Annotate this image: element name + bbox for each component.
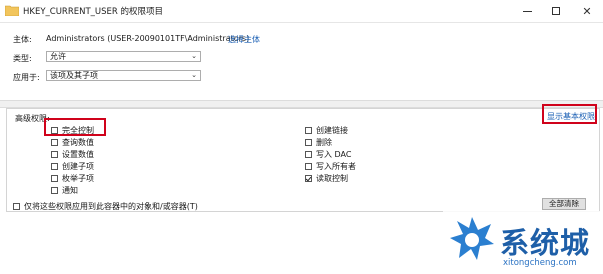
maximize-icon	[552, 7, 560, 15]
apply-only-label: 仅将这些权限应用到此容器中的对象和/或容器(T)	[24, 202, 198, 211]
perm-enumerate-subkeys[interactable]: 枚举子项	[51, 173, 94, 184]
watermark-brand: 系统城	[500, 226, 591, 260]
applies-to-select[interactable]: 该项及其子项 ⌄	[46, 70, 201, 81]
folder-icon	[5, 5, 19, 16]
checkbox[interactable]	[305, 127, 312, 134]
title-bar: HKEY_CURRENT_USER 的权限项目 ✕	[0, 0, 603, 23]
watermark-url: xitongcheng.com	[503, 258, 577, 268]
perm-label: 写入 DAC	[316, 150, 352, 159]
perm-write-owner[interactable]: 写入所有者	[305, 161, 356, 172]
checkbox[interactable]	[51, 139, 58, 146]
perm-label: 读取控制	[316, 174, 348, 183]
minimize-icon	[522, 10, 532, 12]
perm-set-value[interactable]: 设置数值	[51, 149, 94, 160]
maximize-button[interactable]	[541, 0, 571, 22]
chevron-down-icon: ⌄	[191, 71, 197, 79]
checkbox[interactable]	[305, 163, 312, 170]
watermark-logo-icon	[450, 217, 494, 260]
applies-to-value: 该项及其子项	[50, 71, 98, 80]
perm-label: 创建链接	[316, 126, 348, 135]
perm-notify[interactable]: 通知	[51, 185, 78, 196]
checkbox[interactable]	[305, 139, 312, 146]
close-icon: ✕	[582, 4, 592, 18]
perm-label: 设置数值	[62, 150, 94, 159]
window-title: HKEY_CURRENT_USER 的权限项目	[23, 7, 164, 17]
perm-delete[interactable]: 删除	[305, 137, 332, 148]
highlight-box	[44, 118, 106, 136]
perm-label: 查询数值	[62, 138, 94, 147]
perm-read-control[interactable]: 读取控制	[305, 173, 348, 184]
type-value: 允许	[50, 52, 66, 61]
section-divider	[0, 100, 603, 108]
select-principal-link[interactable]: 选择主体	[228, 34, 260, 45]
chevron-down-icon: ⌄	[191, 52, 197, 60]
close-button[interactable]: ✕	[572, 0, 602, 22]
apply-only-to-container[interactable]: 仅将这些权限应用到此容器中的对象和/或容器(T)	[13, 201, 198, 212]
checkbox[interactable]	[51, 175, 58, 182]
minimize-button[interactable]	[512, 0, 542, 22]
checkbox[interactable]	[51, 163, 58, 170]
perm-label: 创建子项	[62, 162, 94, 171]
principal-value: Administrators (USER-20090101TF\Administ…	[46, 34, 250, 43]
type-select[interactable]: 允许 ⌄	[46, 51, 201, 62]
principal-label: 主体:	[13, 35, 32, 44]
perm-label: 枚举子项	[62, 174, 94, 183]
perm-create-link[interactable]: 创建链接	[305, 125, 348, 136]
entry-settings: 主体: Administrators (USER-20090101TF\Admi…	[0, 23, 603, 99]
checkbox[interactable]	[305, 151, 312, 158]
highlight-box	[542, 104, 597, 124]
clear-all-button[interactable]: 全部清除	[542, 198, 586, 210]
type-label: 类型:	[13, 54, 32, 63]
perm-label: 删除	[316, 138, 332, 147]
perm-write-dac[interactable]: 写入 DAC	[305, 149, 351, 160]
perm-query-value[interactable]: 查询数值	[51, 137, 94, 148]
checkbox-checked[interactable]	[305, 175, 312, 182]
perm-create-subkey[interactable]: 创建子项	[51, 161, 94, 172]
checkbox[interactable]	[51, 151, 58, 158]
perm-label: 写入所有者	[316, 162, 356, 171]
checkbox[interactable]	[13, 203, 20, 210]
perm-label: 通知	[62, 186, 78, 195]
checkbox[interactable]	[51, 187, 58, 194]
applies-to-label: 应用于:	[13, 73, 40, 82]
